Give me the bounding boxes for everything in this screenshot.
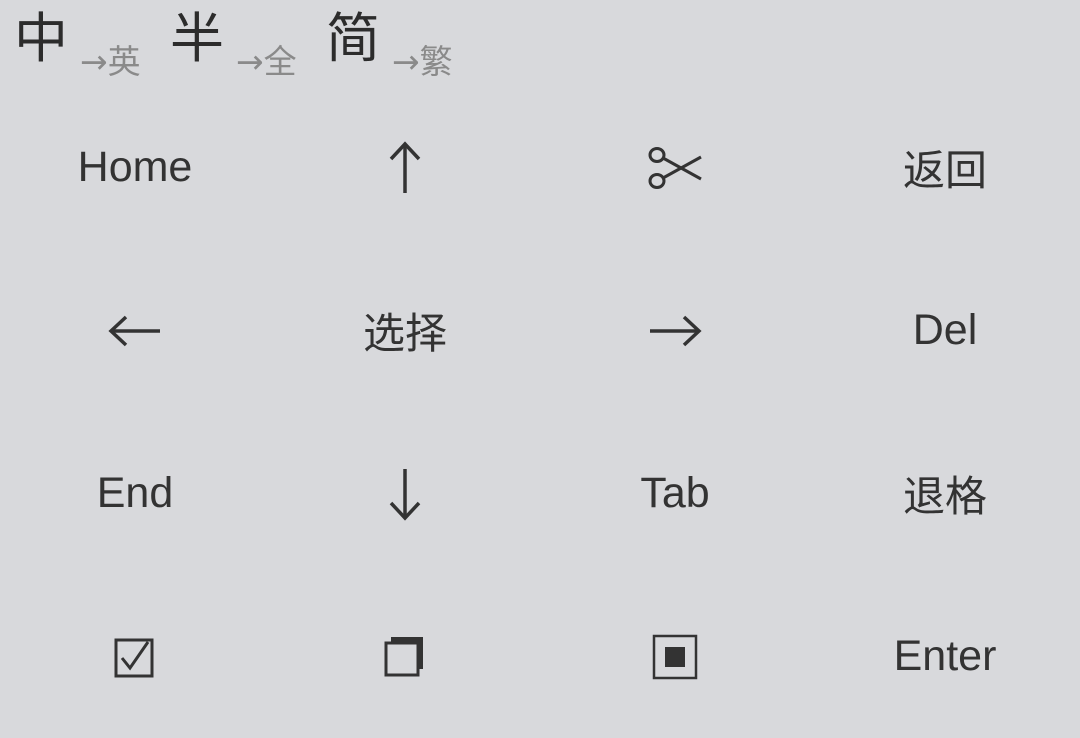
enter-key[interactable]: Enter: [810, 575, 1080, 738]
copy-key[interactable]: [270, 575, 540, 738]
back-key-label: 返回: [902, 146, 987, 195]
delete-key-label: Del: [912, 306, 978, 354]
left-key[interactable]: [0, 249, 270, 412]
select-key[interactable]: 选择: [270, 249, 540, 412]
up-key[interactable]: [270, 86, 540, 249]
width-target-label: →全: [236, 42, 297, 81]
right-key[interactable]: [540, 249, 810, 412]
lang-current-label: 中: [14, 7, 68, 70]
right-arrow-icon: [646, 311, 704, 351]
scissors-icon: [647, 145, 703, 191]
script-current-label: 简: [326, 7, 380, 70]
paste-key[interactable]: [540, 575, 810, 738]
mode-toggle-bar: 中 →英 半 →全 简 →繁: [0, 0, 1080, 96]
backspace-key-label: 退格: [902, 472, 987, 521]
up-arrow-icon: [385, 139, 425, 197]
select-all-key[interactable]: [0, 575, 270, 738]
copy-icon: [383, 635, 427, 679]
lang-toggle-button[interactable]: 中 →英: [14, 4, 164, 84]
backspace-key[interactable]: 退格: [810, 412, 1080, 575]
tab-key-label: Tab: [640, 469, 710, 517]
home-key[interactable]: Home: [0, 86, 270, 249]
down-key[interactable]: [270, 412, 540, 575]
paste-icon: [652, 634, 698, 680]
edit-key-grid: Home 返回 选择 Del End Tab 退格 Enter: [0, 86, 1080, 738]
script-toggle-button[interactable]: 简 →繁: [326, 4, 476, 84]
script-target-label: →繁: [392, 42, 453, 81]
tab-key[interactable]: Tab: [540, 412, 810, 575]
back-key[interactable]: 返回: [810, 86, 1080, 249]
left-arrow-icon: [106, 311, 164, 351]
home-key-label: Home: [77, 143, 193, 191]
lang-target-label: →英: [80, 42, 141, 81]
width-current-label: 半: [170, 7, 224, 70]
end-key[interactable]: End: [0, 412, 270, 575]
cut-key[interactable]: [540, 86, 810, 249]
width-toggle-button[interactable]: 半 →全: [170, 4, 320, 84]
select-key-label: 选择: [362, 309, 447, 358]
delete-key[interactable]: Del: [810, 249, 1080, 412]
checkbox-icon: [114, 636, 156, 678]
down-arrow-icon: [385, 465, 425, 523]
end-key-label: End: [96, 469, 174, 517]
enter-key-label: Enter: [893, 632, 997, 680]
